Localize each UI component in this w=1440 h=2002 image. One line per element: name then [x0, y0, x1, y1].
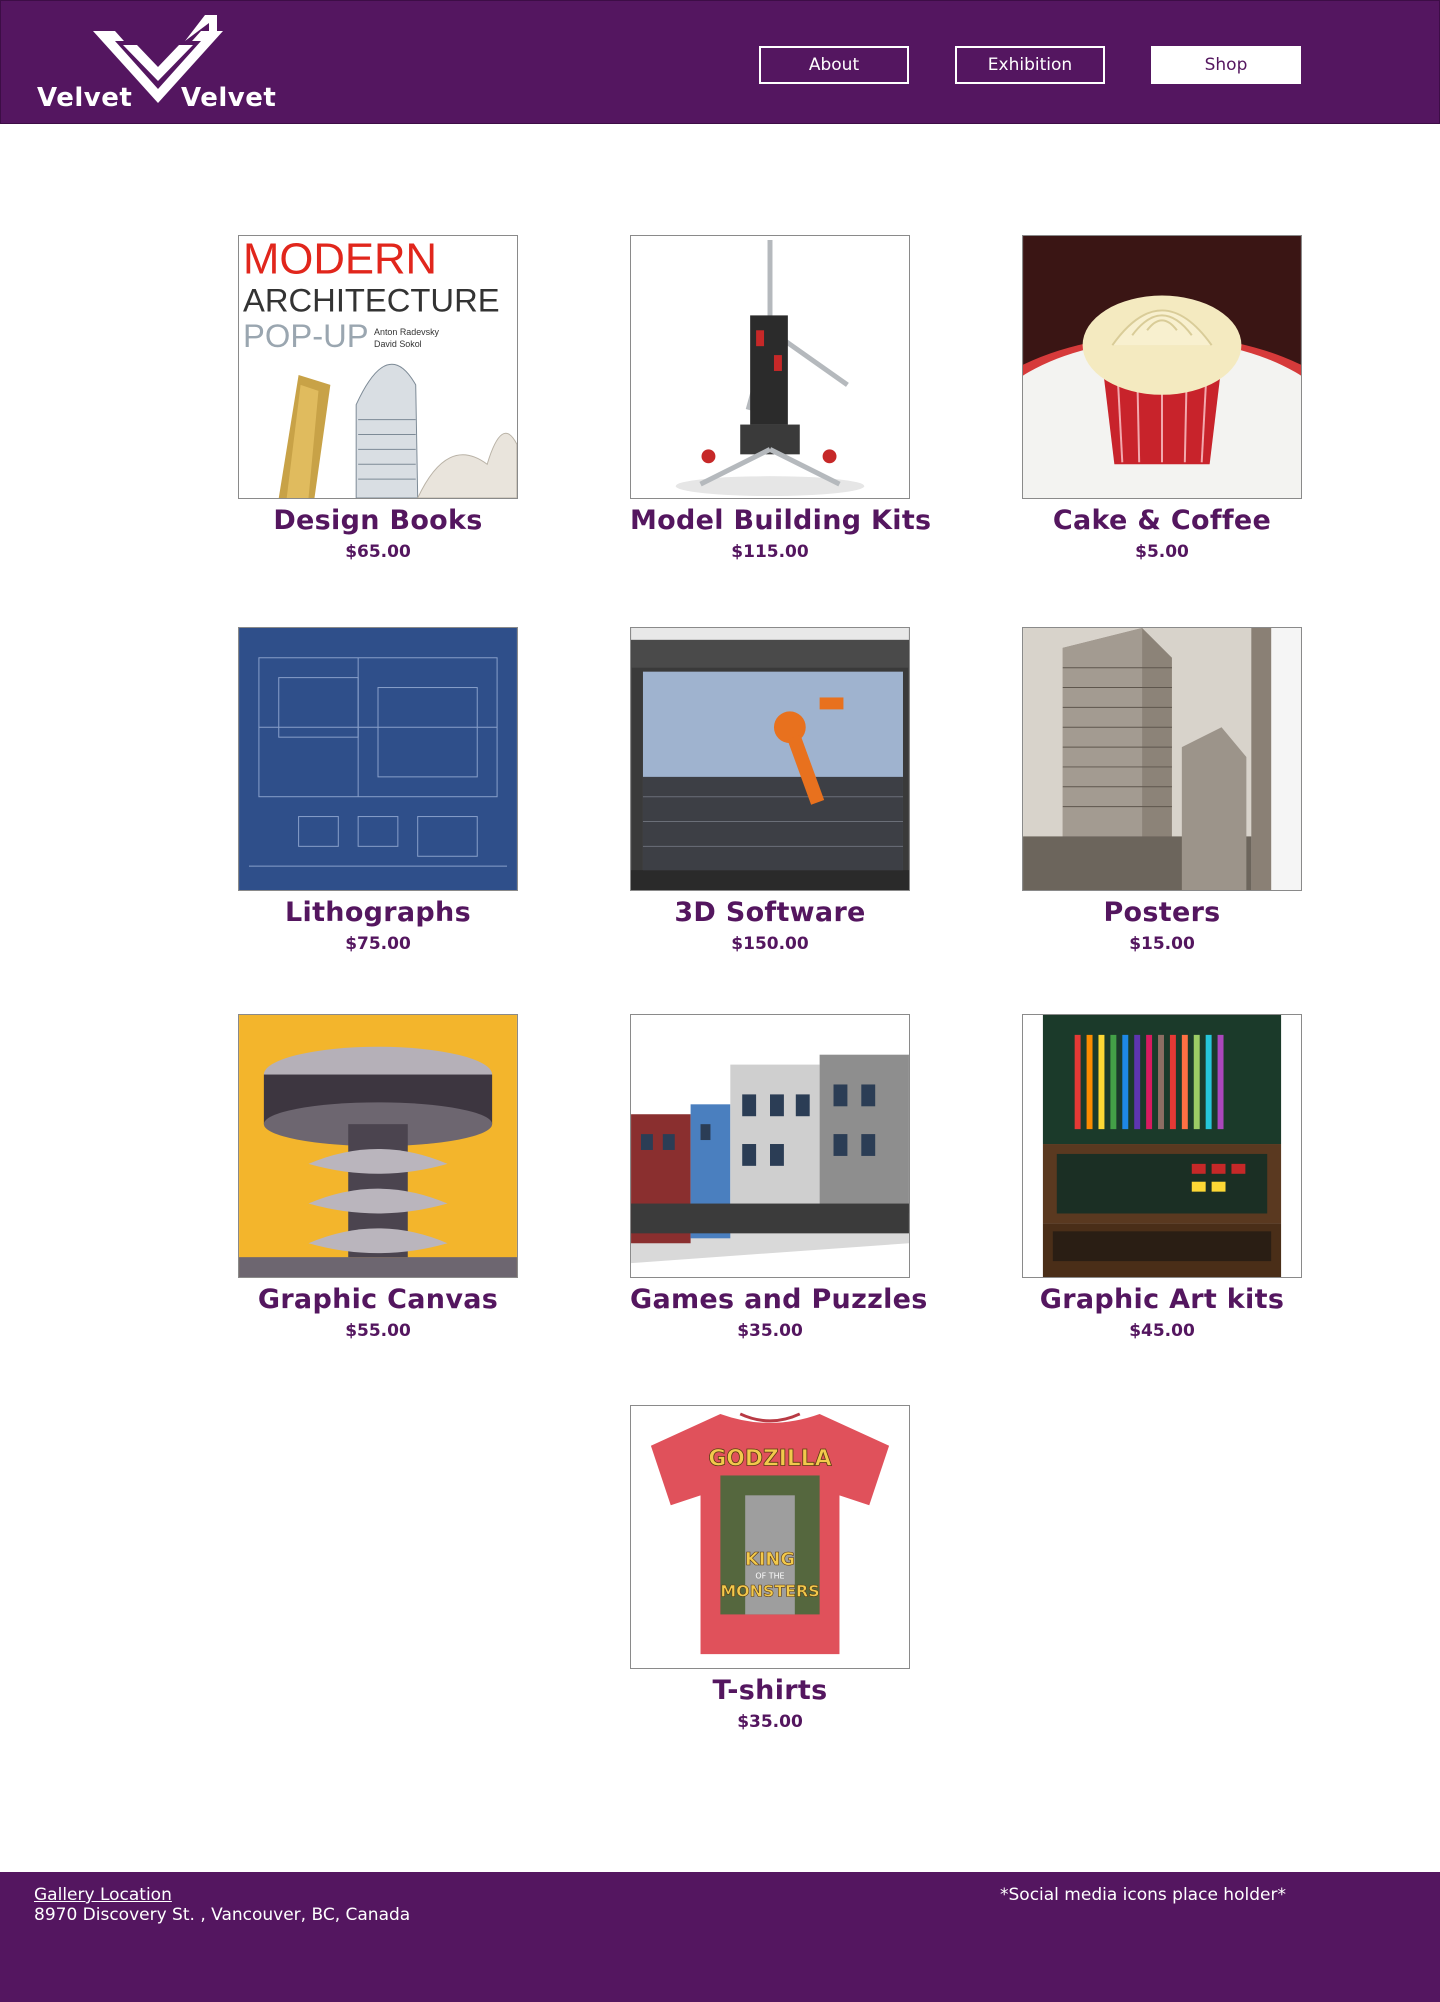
- product-name[interactable]: Graphic Canvas: [238, 1284, 518, 1315]
- product-price: $35.00: [737, 1321, 803, 1341]
- product-card-graphic-art-kits[interactable]: Graphic Art kits $45.00: [1022, 1014, 1302, 1341]
- product-card-cake-coffee[interactable]: Cake & Coffee $5.00: [1022, 235, 1302, 562]
- product-card-games-and-puzzles[interactable]: Games and Puzzles $35.00: [630, 1014, 927, 1341]
- product-price: $150.00: [731, 934, 809, 954]
- product-price: $15.00: [1129, 934, 1195, 954]
- tshirt-print-line1: GODZILLA: [708, 1447, 831, 1472]
- product-image-model-building-kits[interactable]: [630, 235, 910, 499]
- book-author-2: David Sokol: [374, 339, 422, 349]
- product-image-graphic-canvas[interactable]: [238, 1014, 518, 1278]
- model-kit-image: [631, 236, 909, 498]
- product-name[interactable]: Design Books: [238, 505, 518, 536]
- product-price: $65.00: [345, 542, 411, 562]
- velvet-logo[interactable]: Velvet Velvet: [33, 11, 283, 116]
- tshirt-print-line2: KING: [745, 1549, 795, 1570]
- product-price: $35.00: [737, 1712, 803, 1732]
- product-card-model-building-kits[interactable]: Model Building Kits $115.00: [630, 235, 931, 562]
- flatiron-poster-image: [1023, 628, 1301, 890]
- canvas-artwork-image: [239, 1015, 517, 1277]
- product-name[interactable]: Lithographs: [238, 897, 518, 928]
- nav-exhibition-button[interactable]: Exhibition: [955, 46, 1105, 84]
- product-image-graphic-art-kits[interactable]: [1022, 1014, 1302, 1278]
- product-image-t-shirts[interactable]: GODZILLA KING OF THE MONSTERS: [630, 1405, 910, 1669]
- nav-about-button[interactable]: About: [759, 46, 909, 84]
- blueprint-image: [239, 628, 517, 890]
- site-footer: Gallery Location 8970 Discovery St. , Va…: [0, 1872, 1440, 2002]
- product-image-games-and-puzzles[interactable]: [630, 1014, 910, 1278]
- product-price: $115.00: [731, 542, 809, 562]
- product-card-3d-software[interactable]: 3D Software $150.00: [630, 627, 910, 954]
- tshirt-print-line4: MONSTERS: [720, 1582, 819, 1601]
- product-card-graphic-canvas[interactable]: Graphic Canvas $55.00: [238, 1014, 518, 1341]
- book-title-line3: POP-UP: [243, 317, 369, 354]
- product-image-3d-software[interactable]: [630, 627, 910, 891]
- product-card-design-books[interactable]: MODERN ARCHITECTURE POP-UP Anton Radevsk…: [238, 235, 518, 562]
- product-card-t-shirts[interactable]: GODZILLA KING OF THE MONSTERS T-shirts $…: [630, 1405, 910, 1732]
- product-price: $55.00: [345, 1321, 411, 1341]
- product-image-design-books[interactable]: MODERN ARCHITECTURE POP-UP Anton Radevsk…: [238, 235, 518, 499]
- product-image-lithographs[interactable]: [238, 627, 518, 891]
- product-name[interactable]: T-shirts: [630, 1675, 910, 1706]
- nav-shop-button[interactable]: Shop: [1151, 46, 1301, 84]
- product-price: $75.00: [345, 934, 411, 954]
- product-name[interactable]: Posters: [1022, 897, 1302, 928]
- site-header: Velvet Velvet About Exhibition Shop: [0, 0, 1440, 124]
- social-media-placeholder: *Social media icons place holder*: [1000, 1885, 1286, 1905]
- product-name[interactable]: Model Building Kits: [630, 505, 931, 536]
- tshirt-print-line3: OF THE: [755, 1572, 784, 1581]
- product-name[interactable]: 3D Software: [630, 897, 910, 928]
- tshirt-image: GODZILLA KING OF THE MONSTERS: [631, 1406, 909, 1668]
- book-author-1: Anton Radevsky: [374, 327, 440, 337]
- product-card-lithographs[interactable]: Lithographs $75.00: [238, 627, 518, 954]
- product-price: $5.00: [1135, 542, 1189, 562]
- book-title-line1: MODERN: [243, 236, 437, 284]
- product-name[interactable]: Cake & Coffee: [1022, 505, 1302, 536]
- product-card-posters[interactable]: Posters $15.00: [1022, 627, 1302, 954]
- logo-text-right: Velvet: [181, 83, 277, 113]
- book-title-line2: ARCHITECTURE: [243, 281, 500, 318]
- product-name[interactable]: Graphic Art kits: [1022, 1284, 1302, 1315]
- product-price: $45.00: [1129, 1321, 1195, 1341]
- gallery-location-link[interactable]: Gallery Location: [34, 1885, 172, 1905]
- art-kit-image: [1023, 1015, 1301, 1277]
- software-screenshot-image: [631, 628, 909, 890]
- book-cover-image: MODERN ARCHITECTURE POP-UP Anton Radevsk…: [239, 236, 517, 498]
- cupcake-image: [1023, 236, 1301, 498]
- gallery-address: 8970 Discovery St. , Vancouver, BC, Cana…: [34, 1905, 411, 1925]
- product-name[interactable]: Games and Puzzles: [630, 1284, 927, 1315]
- lego-buildings-image: [631, 1015, 909, 1277]
- product-image-cake-coffee[interactable]: [1022, 235, 1302, 499]
- product-image-posters[interactable]: [1022, 627, 1302, 891]
- logo-text-left: Velvet: [37, 83, 133, 113]
